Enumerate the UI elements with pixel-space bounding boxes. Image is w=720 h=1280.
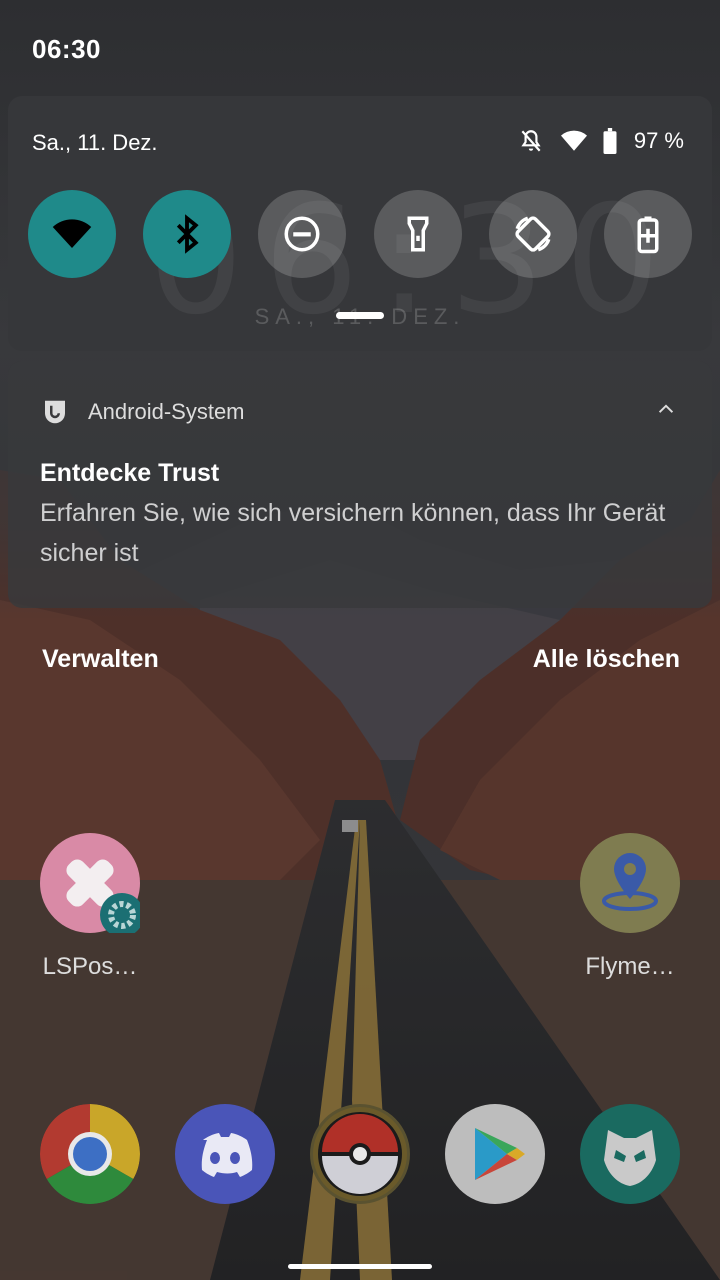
qs-date[interactable]: Sa., 11. Dez. — [32, 130, 158, 156]
wifi-tile[interactable] — [28, 190, 116, 278]
qs-tiles — [28, 190, 692, 278]
battery-percent: 97 % — [633, 128, 684, 153]
flashlight-icon — [407, 216, 429, 252]
do-not-disturb-icon — [284, 216, 320, 252]
battery-saver-tile[interactable] — [603, 190, 692, 278]
battery-icon — [602, 128, 618, 154]
notifications-muted-icon — [518, 128, 544, 154]
clear-all-button[interactable]: Alle löschen — [533, 645, 680, 674]
play-store-icon[interactable] — [445, 1104, 545, 1204]
notification-header: Android-System — [40, 397, 245, 427]
bluetooth-tile[interactable] — [143, 190, 232, 278]
dock — [40, 1104, 680, 1204]
notification-title: Entdecke Trust — [40, 459, 220, 487]
quick-settings-panel: 06:30 Sa., 11. Dez. 97 % SA., DEZ. — [8, 96, 712, 351]
notification-body: Erfahren Sie, wie sich versichern können… — [40, 499, 666, 567]
notification-card[interactable]: Android-System Entdecke Trust Erfahren S… — [8, 361, 712, 608]
auto-rotate-icon — [515, 216, 551, 252]
wifi-status-icon — [560, 128, 587, 154]
manage-button[interactable]: Verwalten — [42, 645, 159, 674]
status-bar-time: 06:30 — [32, 34, 101, 64]
android-system-icon — [45, 400, 65, 424]
chrome-icon[interactable] — [40, 1104, 140, 1204]
expand-handle[interactable] — [336, 312, 384, 319]
do-not-disturb-tile[interactable] — [258, 190, 347, 278]
alien-app-icon[interactable] — [580, 1104, 680, 1204]
flyme-location-icon — [580, 833, 680, 933]
app-label: Flyme… — [585, 953, 675, 980]
app-lsposed[interactable]: LSPos… — [40, 833, 144, 981]
lsposed-icon — [40, 833, 144, 937]
battery-saver-icon — [637, 216, 659, 254]
bluetooth-icon — [177, 214, 199, 254]
notification-app-name: Android-System — [88, 399, 245, 424]
wifi-icon — [52, 219, 92, 248]
pokeball-icon[interactable] — [310, 1104, 410, 1204]
auto-rotate-tile[interactable] — [488, 190, 577, 278]
gesture-nav-bar[interactable] — [288, 1264, 432, 1269]
collapse-chevron-icon[interactable] — [658, 401, 674, 419]
flashlight-tile[interactable] — [373, 190, 462, 278]
qs-status-icons: 97 % — [518, 128, 684, 154]
app-flyme[interactable]: Flyme… — [580, 833, 680, 981]
discord-icon[interactable] — [175, 1104, 275, 1204]
app-label: LSPos… — [42, 953, 138, 980]
